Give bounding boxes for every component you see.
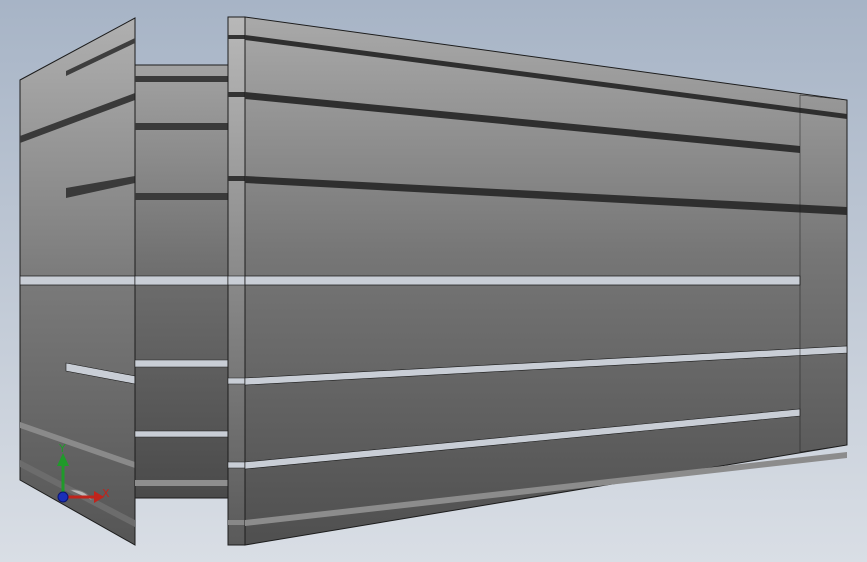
- main-tapered-body[interactable]: [244, 16, 848, 546]
- inner-bore-section[interactable]: [134, 64, 229, 499]
- front-flange-edge[interactable]: [227, 16, 246, 546]
- x-axis-label: X: [102, 487, 110, 500]
- left-end-wall[interactable]: [19, 17, 136, 546]
- graphics-viewport[interactable]: Y X: [0, 0, 867, 562]
- z-axis-marker: [57, 491, 69, 503]
- y-axis-label: Y: [58, 442, 66, 455]
- left-wall-through-slot: [19, 275, 136, 286]
- body-through-slot: [244, 275, 801, 286]
- model-view[interactable]: Y X: [0, 0, 867, 562]
